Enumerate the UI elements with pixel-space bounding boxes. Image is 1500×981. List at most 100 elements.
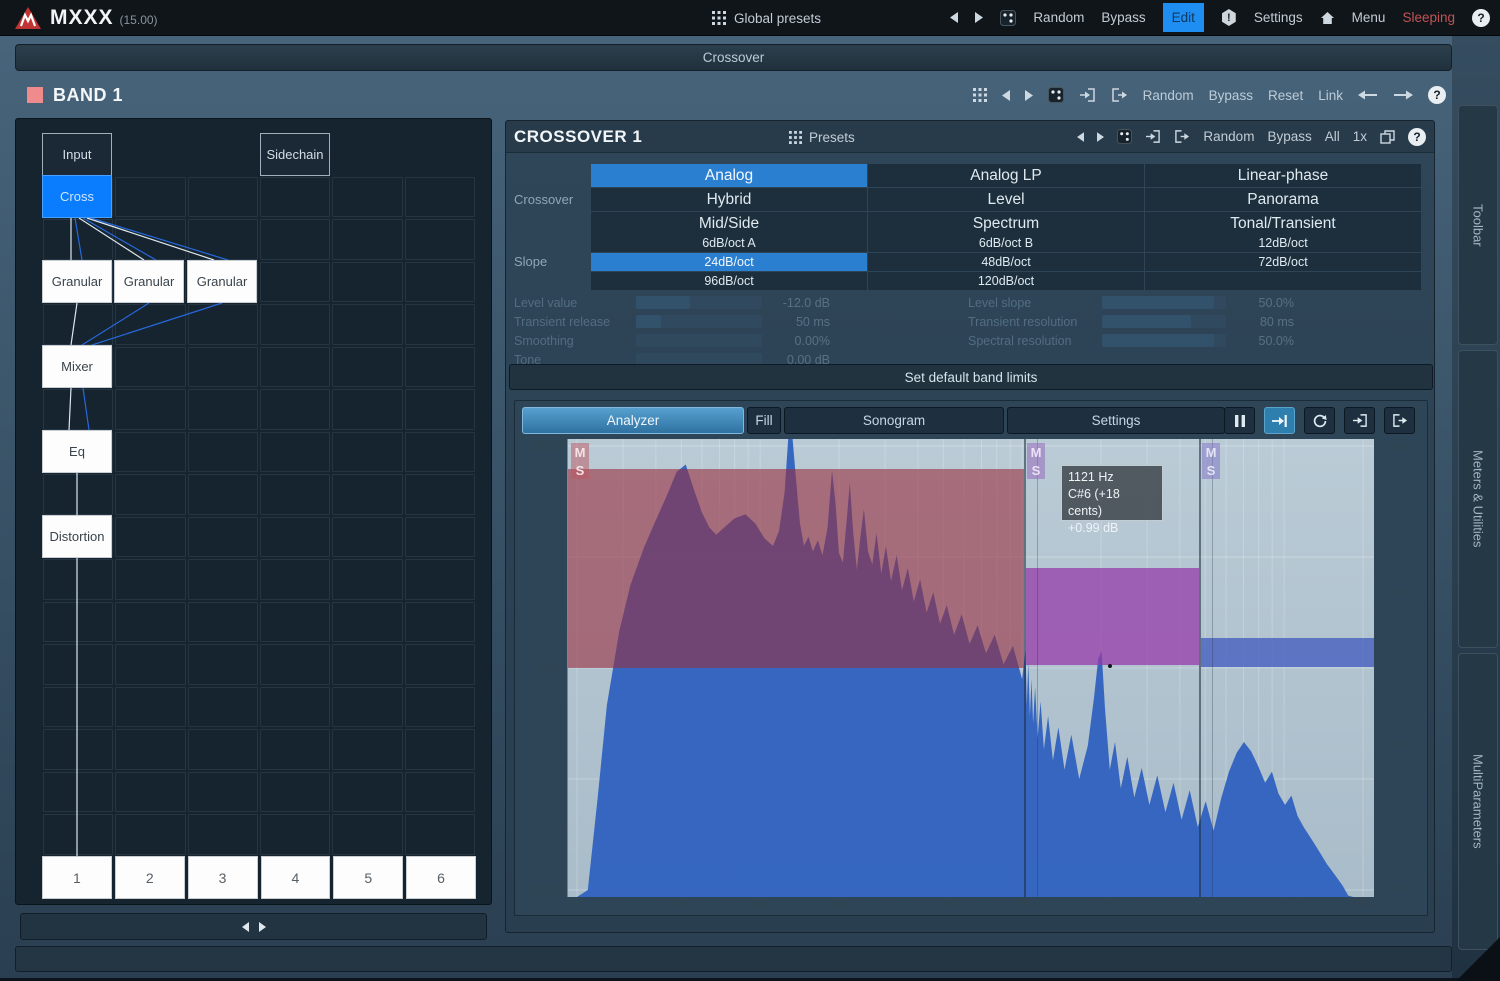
prev-preset-icon[interactable] <box>950 12 958 23</box>
band-bypass-button[interactable]: Bypass <box>1209 88 1253 103</box>
option-cell[interactable]: 24dB/oct <box>591 253 867 271</box>
param-slider[interactable] <box>1102 334 1226 347</box>
option-cell[interactable]: Mid/Side <box>591 212 867 235</box>
global-presets-button[interactable]: Global presets <box>712 0 821 36</box>
set-default-band-limits-button[interactable]: Set default band limits <box>509 364 1433 390</box>
band1-solo-button[interactable]: S <box>571 461 589 479</box>
option-cell[interactable]: 96dB/oct <box>591 272 867 290</box>
option-cell[interactable]: 72dB/oct <box>1145 253 1421 271</box>
crossover-divider-2[interactable] <box>1199 439 1201 897</box>
grid-icon[interactable] <box>973 88 987 102</box>
spectrum-plot[interactable]: M S M S M S 1121 Hz C#6 (+18 cents) +0.9… <box>567 439 1374 897</box>
arrow-left-icon[interactable] <box>1358 89 1378 101</box>
node-mixer[interactable]: Mixer <box>42 345 112 388</box>
arrow-right-icon[interactable] <box>1393 89 1413 101</box>
param-row[interactable]: Level slope50.0% <box>968 293 1294 312</box>
band2-solo-button[interactable]: S <box>1027 461 1045 479</box>
option-cell[interactable]: Linear-phase <box>1145 164 1421 187</box>
node-granular-3[interactable]: Granular <box>187 260 257 303</box>
dice-icon[interactable] <box>1048 87 1064 103</box>
analyzer-tab-fill[interactable]: Fill <box>747 407 781 434</box>
dice-icon[interactable] <box>1000 10 1016 26</box>
output-slot[interactable]: 6 <box>406 856 476 899</box>
option-cell[interactable]: 120dB/oct <box>868 272 1144 290</box>
band-help-icon[interactable]: ? <box>1428 86 1446 104</box>
pause-button[interactable] <box>1224 407 1255 434</box>
option-cell[interactable]: Hybrid <box>591 188 867 211</box>
option-cell[interactable]: Level <box>868 188 1144 211</box>
next-icon[interactable] <box>1097 132 1104 142</box>
export-icon[interactable] <box>1111 87 1128 103</box>
band-reset-button[interactable]: Reset <box>1268 88 1303 103</box>
param-slider[interactable] <box>1102 296 1226 309</box>
resize-grip[interactable] <box>1456 937 1500 981</box>
home-icon[interactable] <box>1320 11 1335 25</box>
export-icon[interactable] <box>1174 129 1190 144</box>
bypass-button[interactable]: Bypass <box>1101 10 1145 25</box>
node-input[interactable]: Input <box>42 133 112 176</box>
param-slider[interactable] <box>1102 315 1226 328</box>
option-cell[interactable]: 12dB/oct <box>1145 234 1421 252</box>
analyzer-tab-settings[interactable]: Settings <box>1007 407 1225 434</box>
band-color-swatch[interactable] <box>27 87 43 103</box>
settings-button[interactable]: Settings <box>1254 10 1303 25</box>
band-pager[interactable] <box>20 913 487 940</box>
xo-bypass-button[interactable]: Bypass <box>1267 129 1311 144</box>
band3-solo-button[interactable]: S <box>1202 461 1220 479</box>
param-row[interactable]: Transient resolution80 ms <box>968 312 1294 331</box>
next-icon[interactable] <box>1025 90 1033 101</box>
option-cell[interactable]: 6dB/oct B <box>868 234 1144 252</box>
import-icon[interactable] <box>1145 129 1161 144</box>
output-slot[interactable]: 5 <box>333 856 403 899</box>
band-link-button[interactable]: Link <box>1318 88 1343 103</box>
output-slot[interactable]: 1 <box>42 856 112 899</box>
band1-mute-button[interactable]: M <box>571 443 589 461</box>
detach-icon[interactable] <box>1380 130 1395 144</box>
output-slot[interactable]: 4 <box>261 856 331 899</box>
option-cell[interactable] <box>1145 272 1421 290</box>
import-icon[interactable] <box>1344 407 1375 434</box>
output-slot[interactable]: 3 <box>188 856 258 899</box>
node-eq[interactable]: Eq <box>42 430 112 473</box>
param-row[interactable]: Smoothing0.00% <box>514 331 830 350</box>
option-cell[interactable]: 6dB/oct A <box>591 234 867 252</box>
tab-multiparameters[interactable]: MultiParameters <box>1458 653 1498 950</box>
band-level-node[interactable] <box>1108 664 1112 668</box>
prev-icon[interactable] <box>1002 90 1010 101</box>
dice-icon[interactable] <box>1117 129 1132 144</box>
prev-icon[interactable] <box>1077 132 1084 142</box>
xo-help-icon[interactable]: ? <box>1408 128 1426 146</box>
param-slider[interactable] <box>636 296 762 309</box>
presets-button[interactable]: Presets <box>789 121 855 153</box>
analyzer-tab-sonogram[interactable]: Sonogram <box>784 407 1004 434</box>
node-cross[interactable]: Cross <box>42 175 112 218</box>
melda-logo-icon[interactable] <box>14 6 42 30</box>
xo-random-button[interactable]: Random <box>1203 129 1254 144</box>
option-cell[interactable]: Tonal/Transient <box>1145 212 1421 235</box>
param-row[interactable]: Spectral resolution50.0% <box>968 331 1294 350</box>
param-slider[interactable] <box>636 315 762 328</box>
band2-mute-button[interactable]: M <box>1027 443 1045 461</box>
param-row[interactable]: Level value-12.0 dB <box>514 293 830 312</box>
node-granular-1[interactable]: Granular <box>42 260 112 303</box>
alert-icon[interactable]: ! <box>1221 9 1237 26</box>
sleeping-indicator[interactable]: Sleeping <box>1402 10 1455 25</box>
band2-level-overlay[interactable] <box>1026 568 1199 665</box>
next-preset-icon[interactable] <box>975 12 983 23</box>
output-slot[interactable]: 2 <box>115 856 185 899</box>
band1-level-overlay[interactable] <box>568 469 1024 668</box>
help-icon[interactable]: ? <box>1472 9 1490 27</box>
option-cell[interactable]: Analog <box>591 164 867 187</box>
node-granular-2[interactable]: Granular <box>114 260 184 303</box>
reset-analysis-button[interactable] <box>1304 407 1335 434</box>
option-cell[interactable]: Panorama <box>1145 188 1421 211</box>
node-sidechain[interactable]: Sidechain <box>260 133 330 176</box>
menu-button[interactable]: Menu <box>1352 10 1386 25</box>
crossover-section-tab[interactable]: Crossover <box>15 44 1452 71</box>
option-cell[interactable]: Analog LP <box>868 164 1144 187</box>
param-row[interactable]: Transient release50 ms <box>514 312 830 331</box>
analyzer-tab-analyzer[interactable]: Analyzer <box>522 407 744 434</box>
band-random-button[interactable]: Random <box>1143 88 1194 103</box>
xo-1x-button[interactable]: 1x <box>1353 129 1367 144</box>
option-cell[interactable]: Spectrum <box>868 212 1144 235</box>
